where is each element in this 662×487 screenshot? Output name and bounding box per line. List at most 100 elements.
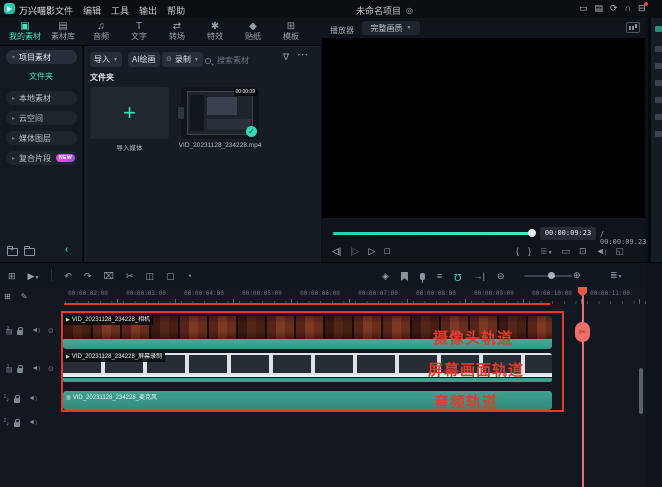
render-preview-icon[interactable]	[626, 22, 640, 33]
marker-icon[interactable]	[401, 272, 408, 281]
import-button[interactable]: 导入▼	[90, 52, 122, 67]
lock-track-icon[interactable]	[17, 368, 23, 373]
save-icon[interactable]: ▤	[595, 3, 604, 14]
total-timecode: / 00:00:09.23	[600, 230, 646, 246]
ruler-label: 00:00:05:00	[242, 290, 282, 297]
track-settings-icon[interactable]: ✎	[21, 293, 28, 301]
tab-templates[interactable]: ⊞ 模板	[272, 22, 310, 41]
ruler-label: 00:00:07:00	[358, 290, 398, 297]
step-forward-button[interactable]: |▷	[350, 246, 359, 257]
menu-help[interactable]: 帮助	[167, 4, 185, 17]
record-button[interactable]: ⊙ 录制▼	[162, 52, 203, 67]
auto-ripple-icon[interactable]: →|	[474, 272, 485, 281]
playhead-cut-button[interactable]: ✂	[575, 322, 590, 342]
tab-my-media[interactable]: ▣ 我的素材	[6, 22, 44, 41]
timeline-layout-icon[interactable]: ⊞	[8, 272, 16, 281]
expand-arrow-icon: ▾	[12, 54, 15, 61]
sidebar-item-compound-clip[interactable]: ▸ 复合片段 NEW	[6, 151, 77, 165]
track-height-icon[interactable]: ≣▼	[610, 271, 623, 280]
timeline-ruler[interactable]: 00:00:02:00 00:00:03:00 00:00:04:00 00:0…	[63, 289, 662, 304]
hide-track-icon[interactable]: ⊙	[48, 365, 54, 373]
preview-list-icon[interactable]: ≣▼	[540, 246, 553, 257]
saved-check-icon: ◎	[406, 7, 413, 15]
zoom-in-icon[interactable]: ⊕	[573, 271, 581, 280]
keyframe-icon[interactable]: ◈	[382, 272, 389, 281]
collapse-sidebar-icon[interactable]: ‹	[65, 244, 68, 255]
quality-selector[interactable]: 完整画质▼	[362, 21, 420, 35]
cut-icon[interactable]: ✂	[126, 272, 134, 281]
tab-stock-media[interactable]: ▤ 素材库	[44, 22, 82, 41]
sidebar-item-media-layers[interactable]: ▸ 媒体图层	[6, 131, 77, 145]
sidebar-item-project-media[interactable]: ▾ 项目素材	[6, 50, 77, 64]
search-input[interactable]	[215, 55, 267, 66]
track-header-audio2[interactable]: ♪2 ◄)	[6, 418, 37, 427]
timeline-scrollbar[interactable]	[639, 368, 643, 414]
video-thumbnail[interactable]: 00:00:09 ✓	[181, 87, 259, 139]
filter-icon[interactable]: ∇	[283, 53, 289, 62]
redo-icon[interactable]: ↷	[84, 272, 92, 281]
delete-folder-icon[interactable]	[24, 245, 35, 256]
split-icon[interactable]: ◫	[145, 272, 154, 281]
menu-export[interactable]: 输出	[139, 4, 157, 17]
support-headset-icon[interactable]: ∩	[625, 3, 631, 14]
search-box[interactable]	[205, 55, 267, 66]
snap-icon[interactable]: Ω	[454, 271, 461, 282]
new-folder-icon[interactable]	[7, 245, 18, 256]
import-media-tile[interactable]: +	[90, 87, 169, 139]
tab-effects[interactable]: ✱ 特效	[196, 22, 234, 41]
mute-track-icon[interactable]: ◄)	[31, 327, 40, 334]
voiceover-icon[interactable]	[420, 273, 425, 280]
app-logo-icon	[4, 3, 15, 14]
collapse-arrow-icon: ▸	[12, 115, 15, 122]
timeline-zoom-handle[interactable]	[548, 272, 555, 279]
divider	[51, 269, 52, 281]
player-panel-label: 播放器	[330, 25, 354, 36]
track-header-video1[interactable]: ▤1 ◄) ⊙	[6, 364, 54, 373]
mute-track-icon[interactable]: ◄)	[28, 419, 37, 426]
lock-track-icon[interactable]	[14, 398, 20, 403]
layout-icon[interactable]: ⊟	[638, 3, 646, 14]
seek-bar[interactable]	[333, 232, 532, 235]
more-options-icon[interactable]: ⋯	[297, 50, 308, 61]
playhead-line[interactable]	[582, 287, 584, 487]
seek-handle[interactable]	[528, 229, 536, 237]
display-icon[interactable]: ▭	[579, 3, 588, 14]
mute-track-icon[interactable]: ◄)	[28, 395, 37, 402]
sidebar-item-cloud[interactable]: ▸ 云空间	[6, 111, 77, 125]
stop-button[interactable]: □	[384, 246, 389, 257]
speed-icon[interactable]: ◔	[186, 272, 191, 281]
lock-track-icon[interactable]	[17, 330, 23, 335]
menu-file[interactable]: 文件	[55, 4, 73, 17]
mute-track-icon[interactable]: ◄)	[31, 365, 40, 372]
delete-icon[interactable]: ⌧	[104, 272, 114, 281]
sidebar-item-folder[interactable]: 文件夹	[0, 71, 82, 82]
mark-in-icon[interactable]: {	[516, 246, 519, 257]
undo-icon[interactable]: ↶	[64, 272, 72, 281]
mark-out-icon[interactable]: }	[528, 246, 531, 257]
add-track-icon[interactable]: ⊞	[4, 293, 11, 301]
play-button[interactable]: ▷	[369, 246, 376, 257]
track-header-video2[interactable]: ▤2 ◄) ⊙	[6, 326, 54, 335]
lock-track-icon[interactable]	[14, 422, 20, 427]
snapshot-icon[interactable]: ⊡	[579, 246, 587, 257]
tab-stickers[interactable]: ◆ 贴纸	[234, 22, 272, 41]
second-display-icon[interactable]: ▭	[562, 246, 571, 257]
zoom-out-icon[interactable]: ⊖	[497, 272, 505, 281]
previous-frame-button[interactable]: ◁|	[332, 246, 341, 257]
tab-transitions[interactable]: ⇄ 转场	[158, 22, 196, 41]
tab-audio[interactable]: ♫ 音频	[82, 22, 120, 41]
audio-mixer-icon[interactable]: ≡	[437, 272, 442, 281]
fullscreen-icon[interactable]: ◱	[616, 246, 625, 257]
crop-icon[interactable]: ▢	[166, 272, 175, 281]
track-management: ⊞ ✎	[4, 293, 27, 301]
track-header-audio1[interactable]: ♪1 ◄)	[6, 394, 37, 403]
tab-text[interactable]: T 文字	[120, 22, 158, 41]
select-tool-icon[interactable]: ▶▼	[28, 272, 40, 281]
menu-edit[interactable]: 编辑	[83, 4, 101, 17]
sync-icon[interactable]: ⟳	[610, 3, 618, 14]
sidebar-item-local-media[interactable]: ▸ 本地素材	[6, 91, 77, 105]
mute-icon[interactable]: ◄)	[596, 246, 607, 257]
hide-track-icon[interactable]: ⊙	[48, 327, 54, 335]
ai-paint-button[interactable]: AI绘画	[128, 52, 160, 67]
menu-tools[interactable]: 工具	[111, 4, 129, 17]
